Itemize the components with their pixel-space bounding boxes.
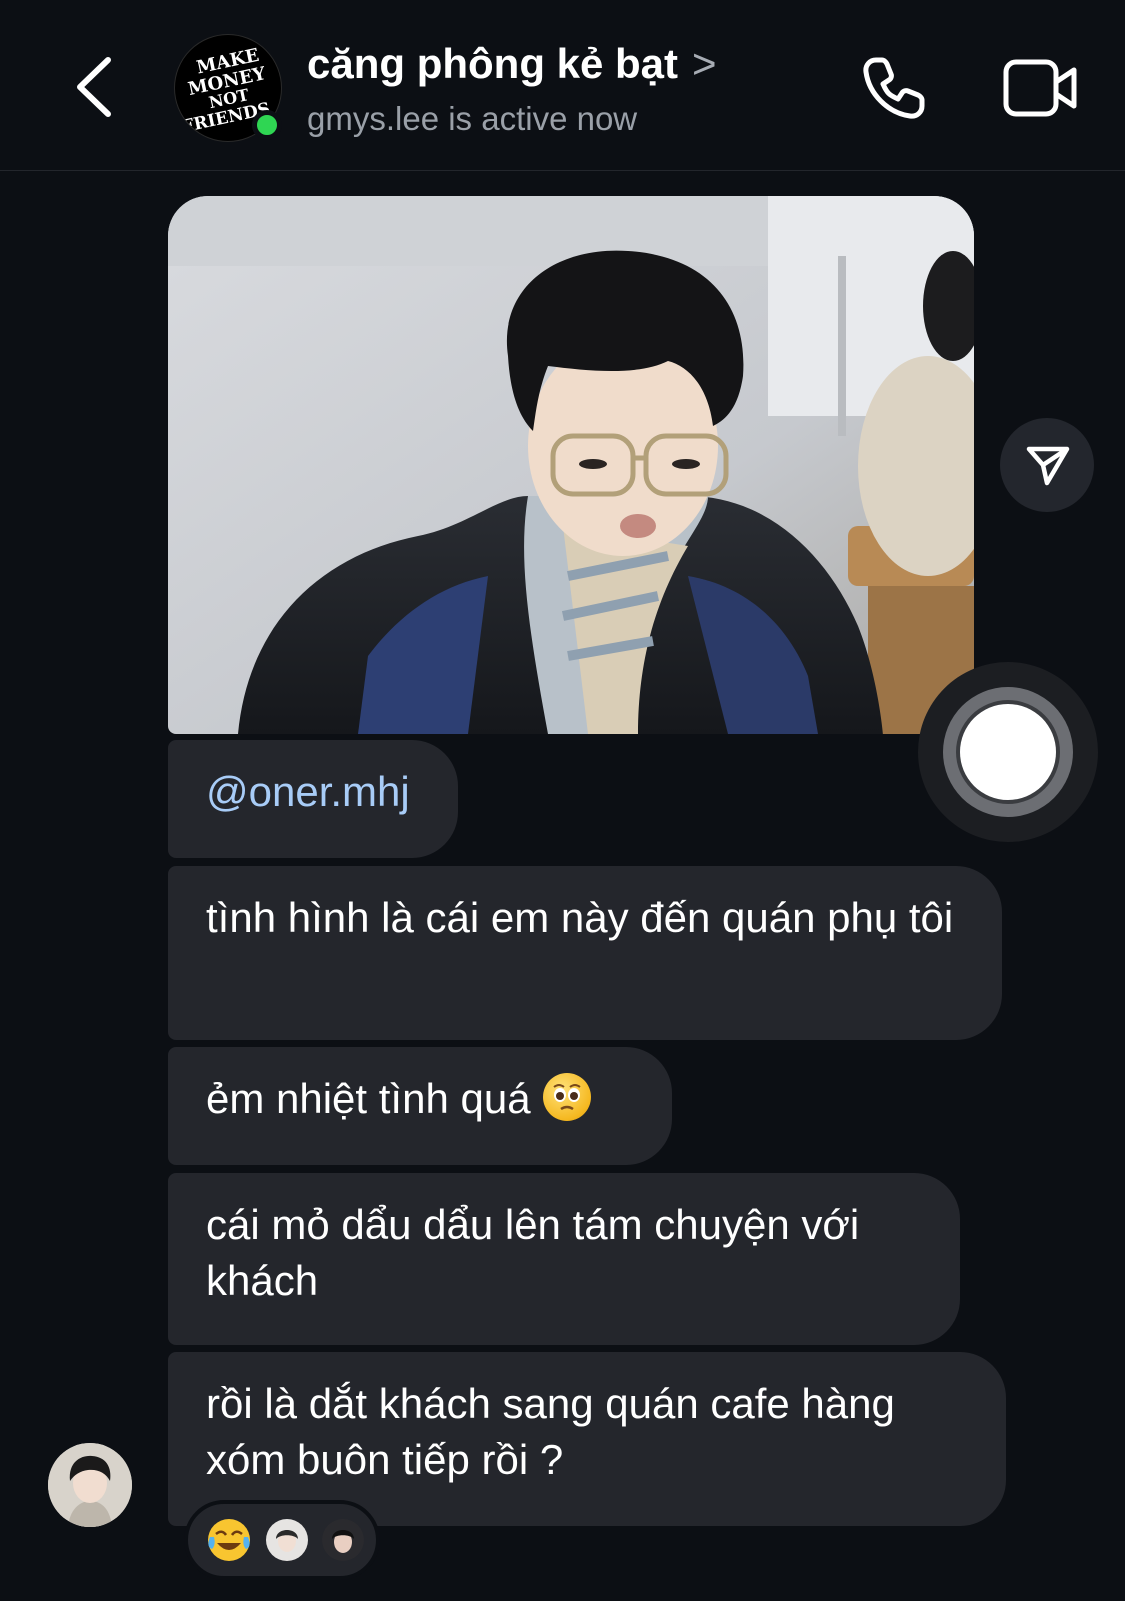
paper-plane-icon: [1026, 446, 1070, 486]
online-status-dot: [252, 110, 282, 140]
message-text: ẻm nhiệt tình quá: [206, 1075, 531, 1122]
chat-header: MAKE MONEY NOT FRIENDS căng phông kẻ bạt…: [0, 0, 1125, 171]
reactor-avatar: [266, 1519, 308, 1561]
message-text: tình hình là cái em này đến quán phụ tôi: [206, 894, 954, 941]
chevron-right-icon: >: [692, 40, 717, 87]
chat-title[interactable]: căng phông kẻ bạt >: [307, 40, 717, 88]
photo-message[interactable]: [168, 196, 974, 734]
voice-call-button[interactable]: [858, 52, 930, 124]
video-camera-icon: [1003, 59, 1077, 117]
tears-of-joy-emoji: [206, 1517, 252, 1563]
group-avatar[interactable]: MAKE MONEY NOT FRIENDS: [174, 34, 282, 142]
photo-image: [168, 196, 974, 734]
message-bubble-mention[interactable]: @oner.mhj: [168, 740, 458, 858]
share-button[interactable]: [1000, 418, 1094, 512]
message-text: rồi là dắt khách sang quán cafe hàng xóm…: [206, 1380, 895, 1483]
message-bubble[interactable]: tình hình là cái em này đến quán phụ tôi: [168, 866, 1002, 1040]
sender-avatar-image: [48, 1443, 132, 1527]
reactor-avatar: [322, 1519, 364, 1561]
chat-title-text: căng phông kẻ bạt: [307, 40, 679, 87]
video-call-button[interactable]: [1002, 54, 1080, 124]
shutter-core: [960, 704, 1056, 800]
mention-link[interactable]: @oner.mhj: [206, 768, 410, 815]
sender-avatar[interactable]: [48, 1443, 132, 1527]
camera-shutter-button[interactable]: [918, 662, 1098, 842]
message-text: cái mỏ dẩu dẩu lên tám chuyện với khách: [206, 1201, 860, 1304]
active-status: gmys.lee is active now: [307, 100, 638, 137]
camera-shutter-icon: [943, 687, 1073, 817]
back-button[interactable]: [68, 52, 128, 122]
message-bubble[interactable]: cái mỏ dẩu dẩu lên tám chuyện với khách: [168, 1173, 960, 1345]
message-reactions[interactable]: [184, 1500, 380, 1580]
chevron-left-icon: [77, 57, 111, 117]
message-bubble[interactable]: ẻm nhiệt tình quá: [168, 1047, 672, 1165]
pleading-face-emoji: [542, 1073, 591, 1121]
phone-icon: [863, 57, 925, 119]
